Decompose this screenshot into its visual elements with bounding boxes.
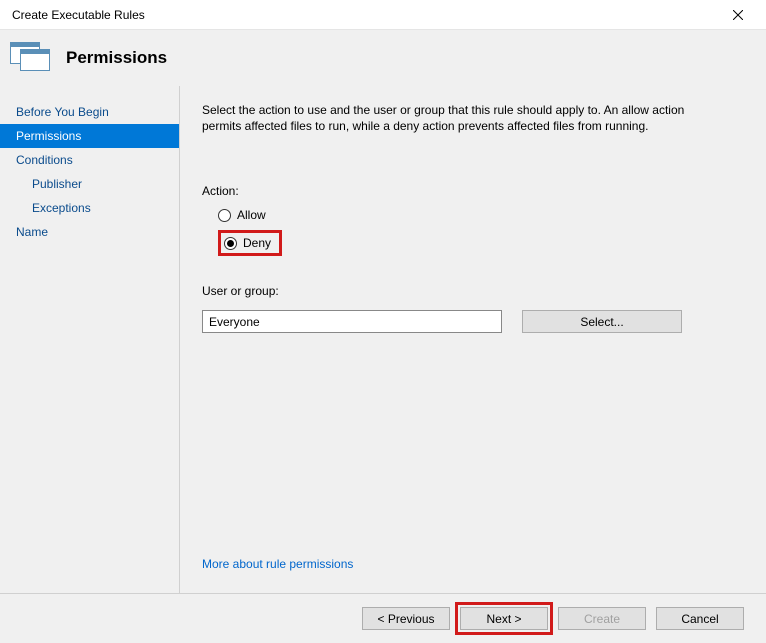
description-text: Select the action to use and the user or… xyxy=(202,102,722,134)
nav-permissions[interactable]: Permissions xyxy=(0,124,179,148)
user-group-label: User or group: xyxy=(202,284,738,298)
window-title: Create Executable Rules xyxy=(12,8,718,22)
previous-button[interactable]: < Previous xyxy=(362,607,450,630)
user-group-row: Select... xyxy=(202,310,738,333)
nav-before-you-begin[interactable]: Before You Begin xyxy=(0,100,179,124)
more-link[interactable]: More about rule permissions xyxy=(202,557,738,571)
action-radio-group: Allow Deny xyxy=(202,204,738,260)
select-button[interactable]: Select... xyxy=(522,310,682,333)
action-label: Action: xyxy=(202,184,738,198)
header-band: Permissions xyxy=(0,30,766,86)
content-pane: Select the action to use and the user or… xyxy=(180,86,766,593)
rules-icon xyxy=(10,42,52,74)
radio-allow-label: Allow xyxy=(237,208,266,222)
nav-name[interactable]: Name xyxy=(0,220,179,244)
close-button[interactable] xyxy=(718,1,758,29)
sidebar: Before You Begin Permissions Conditions … xyxy=(0,86,180,593)
deny-highlight: Deny xyxy=(218,230,282,256)
page-title: Permissions xyxy=(66,48,167,68)
footer: < Previous Next > Create Cancel xyxy=(0,593,766,643)
radio-allow[interactable]: Allow xyxy=(216,204,738,226)
body-area: Before You Begin Permissions Conditions … xyxy=(0,86,766,593)
nav-conditions[interactable]: Conditions xyxy=(0,148,179,172)
user-group-input[interactable] xyxy=(202,310,502,333)
radio-allow-icon xyxy=(218,209,231,222)
next-button[interactable]: Next > xyxy=(460,607,548,630)
nav-exceptions[interactable]: Exceptions xyxy=(0,196,179,220)
titlebar: Create Executable Rules xyxy=(0,0,766,30)
create-button: Create xyxy=(558,607,646,630)
radio-deny-icon xyxy=(224,237,237,250)
radio-deny[interactable]: Deny xyxy=(216,226,738,260)
nav-publisher[interactable]: Publisher xyxy=(0,172,179,196)
wizard-window: Create Executable Rules Permissions Befo… xyxy=(0,0,766,643)
radio-deny-label: Deny xyxy=(243,236,271,250)
cancel-button[interactable]: Cancel xyxy=(656,607,744,630)
